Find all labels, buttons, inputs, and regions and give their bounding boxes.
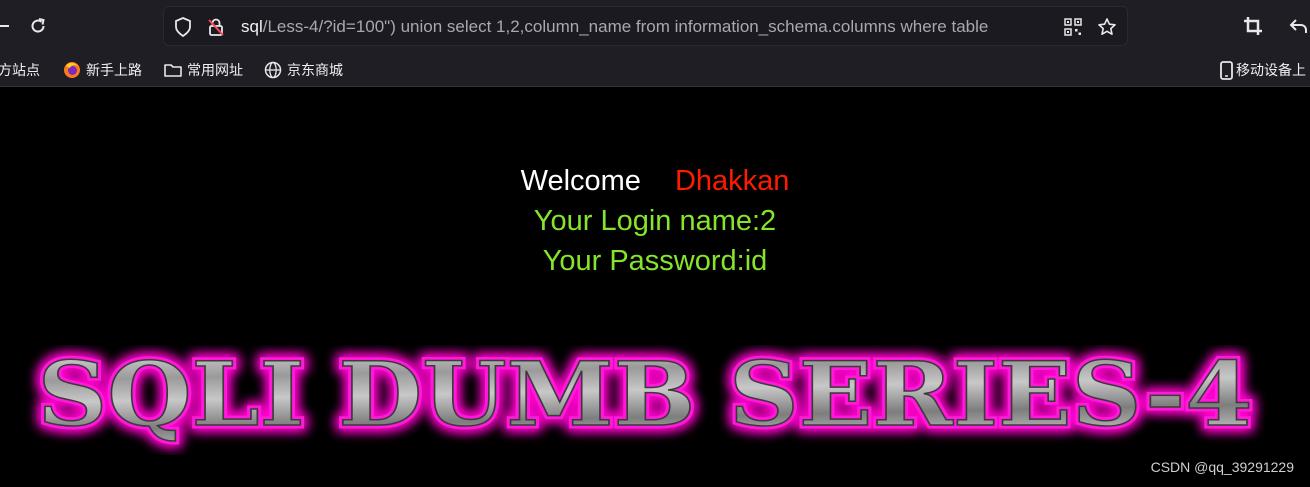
url-host: sql bbox=[241, 17, 263, 36]
page-content: Welcome Dhakkan Your Login name:2 Your Pa… bbox=[0, 87, 1310, 487]
partial-back-button[interactable] bbox=[0, 11, 18, 41]
bookmark-official-site[interactable]: 方站点 bbox=[0, 59, 40, 81]
shield-icon[interactable] bbox=[172, 16, 194, 38]
arrow-icon bbox=[0, 25, 9, 27]
bookmarks-bar: 方站点 新手上路 常用网址 京东商城 移动设备上 bbox=[0, 54, 1310, 87]
mobile-bookmarks-folder[interactable]: 移动设备上 bbox=[1220, 59, 1306, 81]
login-name-line: Your Login name:2 bbox=[533, 205, 777, 237]
welcome-line: Welcome Dhakkan bbox=[0, 162, 1310, 200]
qr-code-icon[interactable] bbox=[1062, 16, 1084, 38]
firefox-icon bbox=[63, 61, 81, 79]
url-text[interactable]: sql/Less-4/?id=100") union select 1,2,co… bbox=[241, 16, 1056, 38]
bookmark-jd-mall[interactable]: 京东商城 bbox=[264, 59, 343, 81]
address-bar[interactable]: sql/Less-4/?id=100") union select 1,2,co… bbox=[163, 6, 1128, 46]
mobile-device-icon bbox=[1220, 60, 1233, 80]
bookmark-label: 方站点 bbox=[0, 62, 40, 78]
undo-arrow-icon bbox=[1289, 19, 1307, 33]
reload-icon bbox=[31, 18, 45, 33]
screenshot-crop-button[interactable] bbox=[1238, 11, 1268, 41]
password-line: Your Password:id bbox=[542, 245, 768, 277]
bookmark-star-icon[interactable] bbox=[1096, 16, 1118, 38]
url-path: /Less-4/?id=100") union select 1,2,colum… bbox=[262, 17, 989, 36]
banner-text: SQLI DUMB SERIES-4 bbox=[38, 345, 1253, 446]
undo-button[interactable] bbox=[1284, 11, 1310, 41]
bookmark-label: 常用网址 bbox=[187, 62, 243, 78]
bookmark-label: 新手上路 bbox=[86, 62, 142, 78]
crop-icon bbox=[1244, 17, 1262, 35]
browser-toolbar: sql/Less-4/?id=100") union select 1,2,co… bbox=[0, 0, 1310, 54]
globe-icon bbox=[264, 61, 282, 79]
bookmark-common-sites-folder[interactable]: 常用网址 bbox=[164, 59, 243, 81]
welcome-label: Welcome bbox=[520, 165, 641, 197]
folder-icon bbox=[164, 62, 182, 78]
welcome-name: Dhakkan bbox=[674, 165, 790, 197]
insecure-lock-icon[interactable] bbox=[205, 16, 227, 38]
bookmark-getting-started[interactable]: 新手上路 bbox=[63, 59, 142, 81]
sqli-dumb-series-banner: SQLI DUMB SERIES-4 SQLI DUMB SERIES-4 SQ… bbox=[33, 345, 1258, 451]
bookmark-label: 移动设备上 bbox=[1236, 62, 1306, 78]
bookmark-label: 京东商城 bbox=[287, 62, 343, 78]
reload-button[interactable] bbox=[23, 11, 53, 41]
csdn-watermark: CSDN @qq_39291229 bbox=[1150, 459, 1294, 475]
